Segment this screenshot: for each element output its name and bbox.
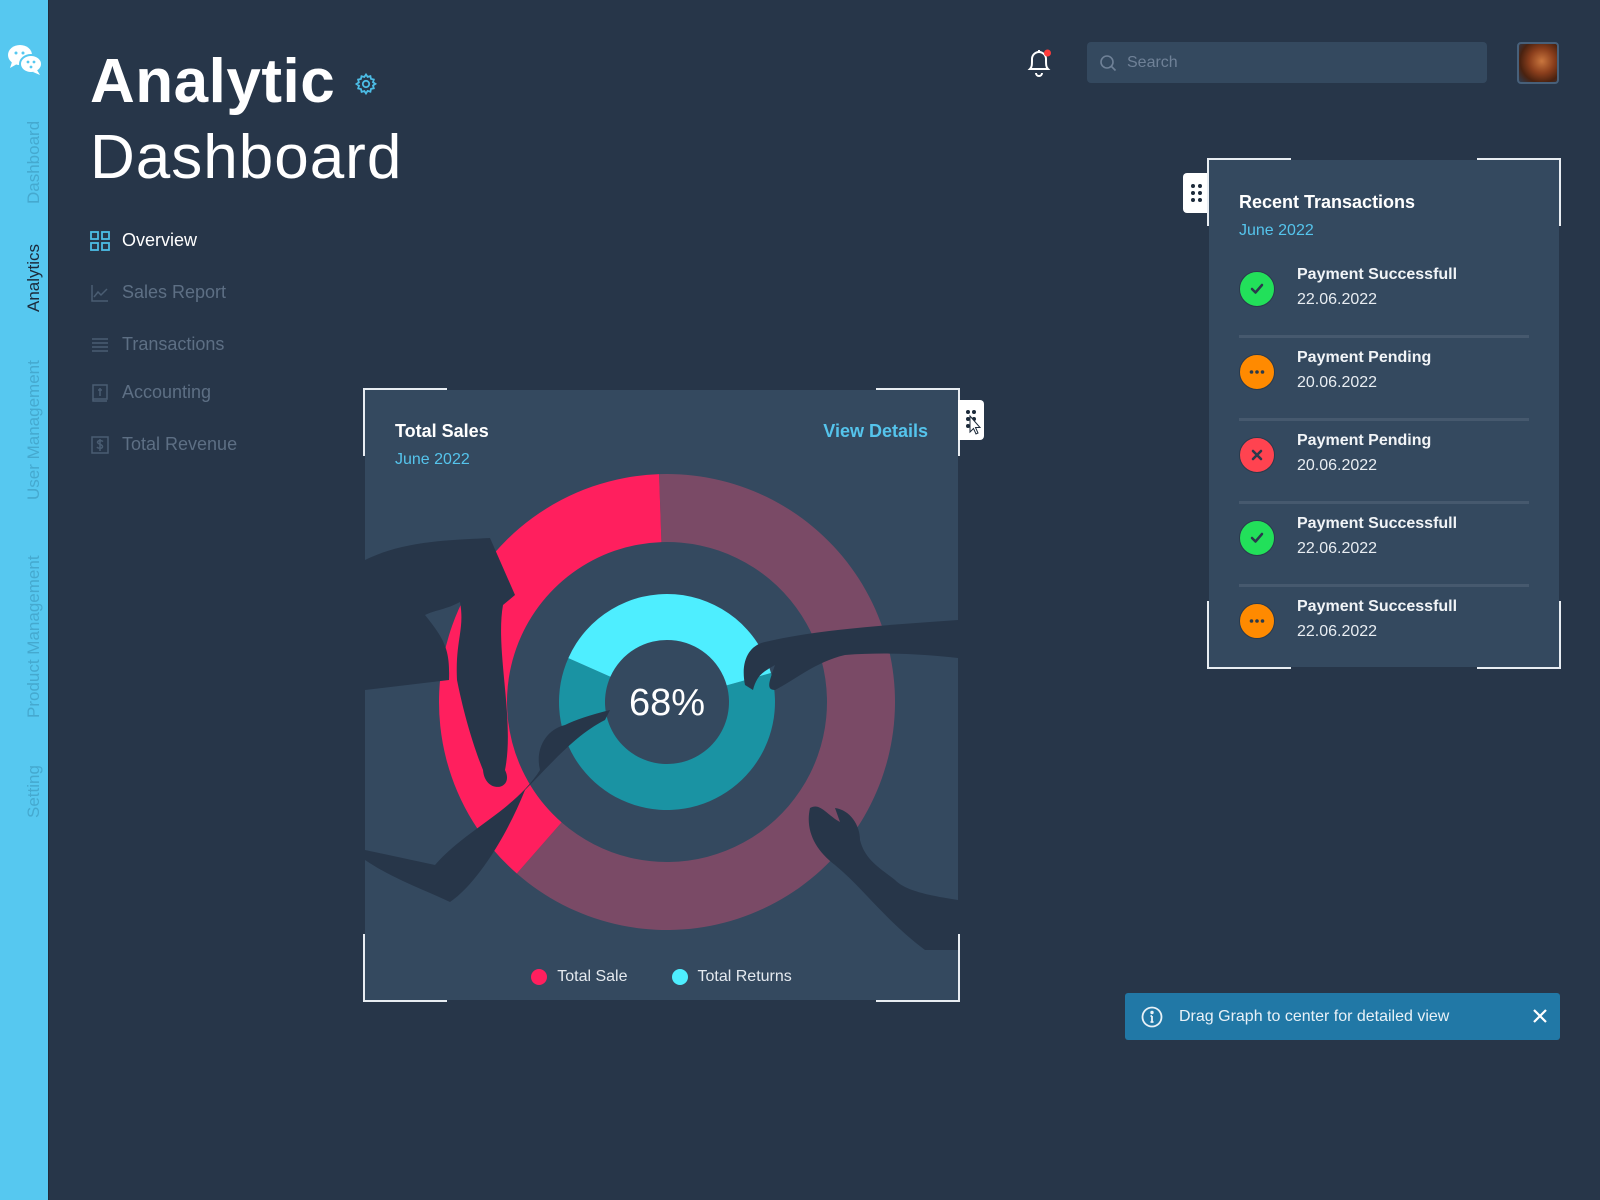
page-title-line2: Dashboard	[90, 123, 403, 192]
transaction-name: Payment Successfull	[1297, 515, 1458, 532]
status-success-icon	[1239, 520, 1275, 556]
nav-label: Accounting	[122, 382, 212, 402]
view-details-link[interactable]: View Details	[823, 421, 928, 442]
status-pending-icon	[1239, 603, 1275, 639]
drag-grip-icon	[1191, 184, 1202, 202]
info-toast: Drag Graph to center for detailed view	[1125, 993, 1560, 1040]
hand-top-left	[365, 538, 515, 787]
legend-label: Total Sale	[557, 968, 628, 985]
center-percentage: 68%	[629, 682, 705, 724]
card-subtitle: June 2022	[395, 451, 470, 468]
chart-drag-handle[interactable]	[958, 400, 984, 440]
legend-dot	[531, 969, 548, 985]
legend-label: Total Returns	[697, 968, 792, 985]
transaction-list: Payment Successfull 22.06.2022 Payment P…	[1239, 255, 1529, 670]
transaction-name: Payment Pending	[1297, 432, 1432, 449]
rail-item-setting[interactable]: Setting	[24, 765, 44, 818]
nav-label: Transactions	[122, 334, 225, 354]
search-icon	[1100, 54, 1117, 71]
line-chart-icon	[91, 284, 108, 302]
transaction-row[interactable]: Payment Successfull 22.06.2022	[1239, 255, 1529, 338]
status-success-icon	[1239, 271, 1275, 307]
transaction-row[interactable]: Payment Pending 20.06.2022	[1239, 421, 1529, 504]
transaction-name: Payment Pending	[1297, 349, 1432, 366]
nav-item-transactions[interactable]: Transactions	[90, 334, 224, 355]
rail-item-analytics[interactable]: Analytics	[24, 244, 44, 312]
card-subtitle: June 2022	[1239, 222, 1314, 239]
search-input[interactable]	[1127, 53, 1467, 72]
transaction-date: 22.06.2022	[1297, 540, 1378, 557]
rail-item-dashboard[interactable]: Dashboard	[24, 121, 44, 204]
nav-label: Total Revenue	[122, 434, 238, 454]
transactions-drag-handle[interactable]	[1183, 173, 1209, 213]
status-failed-icon	[1239, 437, 1275, 473]
transaction-date: 22.06.2022	[1297, 291, 1378, 308]
status-pending-icon	[1239, 354, 1275, 390]
toast-message: Drag Graph to center for detailed view	[1179, 1007, 1450, 1025]
grid-icon	[90, 230, 110, 251]
chart-area: 68%	[365, 390, 958, 1000]
bell-icon[interactable]	[1023, 45, 1055, 79]
nav-item-accounting[interactable]: Accounting	[90, 382, 211, 403]
legend-item-total-returns[interactable]: Total Returns	[671, 968, 792, 986]
transaction-name: Payment Successfull	[1297, 598, 1458, 615]
transaction-date: 22.06.2022	[1297, 623, 1378, 640]
transaction-row[interactable]: Payment Successfull 22.06.2022	[1239, 504, 1529, 587]
donut-chart[interactable]: 68%	[365, 390, 958, 1000]
card-title: Recent Transactions	[1239, 192, 1416, 212]
chat-bubbles-icon[interactable]	[6, 42, 44, 76]
dollar-icon	[91, 435, 109, 454]
total-sales-card[interactable]: 68% Total Sales June 2022 View Details T…	[363, 388, 960, 1002]
nav-label: Sales Report	[122, 282, 227, 302]
gear-icon[interactable]	[354, 72, 378, 96]
info-icon	[1141, 1006, 1163, 1027]
rail-item-user-management[interactable]: User Management	[24, 360, 44, 500]
legend-dot	[671, 969, 688, 985]
legend-item-total-sale[interactable]: Total Sale	[531, 968, 628, 986]
transaction-row[interactable]: Payment Pending 20.06.2022	[1239, 338, 1529, 421]
transaction-date: 20.06.2022	[1297, 374, 1378, 391]
frame-corner	[1477, 158, 1561, 226]
list-icon	[92, 337, 108, 352]
transaction-date: 20.06.2022	[1297, 457, 1378, 474]
close-icon[interactable]	[1530, 1006, 1550, 1026]
recent-transactions-card: Recent Transactions June 2022 Payment Su…	[1207, 158, 1561, 670]
rail-item-product-management[interactable]: Product Management	[24, 555, 44, 718]
avatar[interactable]	[1517, 42, 1559, 84]
nav-item-sales-report[interactable]: Sales Report	[90, 282, 226, 303]
drag-grip-icon	[966, 410, 982, 435]
card-title: Total Sales	[395, 421, 489, 441]
nav-item-overview[interactable]: Overview	[90, 230, 197, 251]
chart-legend: Total Sale Total Returns	[365, 968, 958, 986]
search-bar	[1087, 42, 1487, 83]
nav-label: Overview	[122, 230, 198, 250]
transaction-row[interactable]: Payment Successfull 22.06.2022	[1239, 587, 1529, 670]
ledger-icon	[92, 383, 108, 402]
transaction-name: Payment Successfull	[1297, 266, 1458, 283]
left-rail: Dashboard Analytics User Management Prod…	[0, 0, 49, 1200]
notification-dot	[1044, 49, 1051, 57]
hand-bottom-right	[808, 806, 958, 950]
nav-item-total-revenue[interactable]: Total Revenue	[90, 434, 237, 455]
page-title-line1: Analytic	[90, 47, 336, 116]
